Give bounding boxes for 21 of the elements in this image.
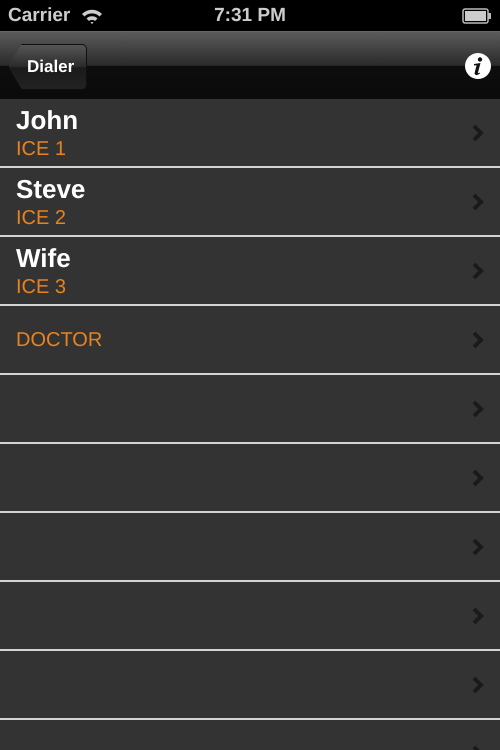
carrier-name: Carrier (8, 4, 70, 26)
chevron-icon (472, 606, 484, 624)
contact-label: DOCTOR (16, 328, 102, 352)
chevron-icon (472, 468, 484, 486)
contact-label: ICE 3 (16, 274, 68, 300)
chevron-icon (472, 330, 484, 348)
contact-label: ICE 2 (16, 206, 68, 230)
chevron-icon (472, 124, 484, 142)
chevron-icon (472, 192, 484, 210)
contact-name: John (16, 104, 78, 136)
chevron-icon (472, 538, 484, 556)
info-icon (464, 52, 492, 80)
clock-time: 7:31 PM (214, 4, 286, 26)
chevron-icon (472, 676, 484, 694)
contact-label: ICE 1 (16, 136, 68, 162)
chevron-icon (472, 262, 484, 280)
battery-icon (462, 8, 492, 24)
contact-name: Steve (16, 172, 86, 204)
contact-name: Wife (16, 242, 71, 274)
chevron-icon (472, 400, 484, 418)
back-button[interactable]: Dialer (8, 44, 88, 90)
